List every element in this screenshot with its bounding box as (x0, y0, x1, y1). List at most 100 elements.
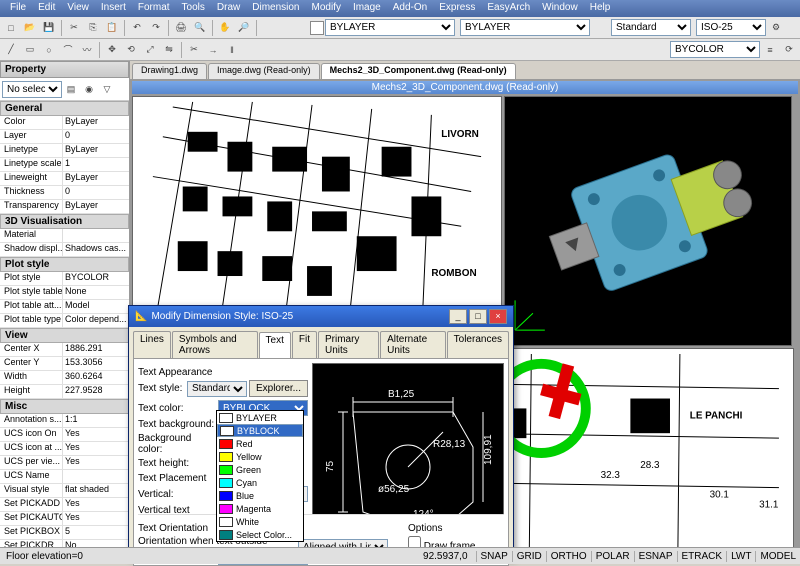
dlg-tab-tolerances[interactable]: Tolerances (447, 331, 509, 358)
prop-toggle-icon[interactable]: ▤ (62, 80, 80, 98)
rotate-icon[interactable]: ⟲ (122, 41, 140, 59)
save-icon[interactable]: 💾 (40, 19, 58, 37)
selection-select[interactable]: No selection (2, 81, 62, 98)
cut-icon[interactable]: ✂ (65, 19, 83, 37)
menu-modify[interactable]: Modify (306, 2, 347, 15)
doc-tab[interactable]: Image.dwg (Read-only) (208, 63, 320, 79)
style-select[interactable]: Standard (611, 19, 691, 36)
trim-icon[interactable]: ✂ (185, 41, 203, 59)
status-lwt[interactable]: LWT (726, 551, 755, 562)
prop-row[interactable]: Set PICKBOX5 (0, 526, 129, 540)
status-snap[interactable]: SNAP (476, 551, 512, 562)
menu-view[interactable]: View (61, 2, 95, 15)
dlg-tab-fit[interactable]: Fit (292, 331, 317, 358)
prop-row[interactable]: UCS per vie...Yes (0, 456, 129, 470)
color-option[interactable]: Yellow (217, 450, 303, 463)
menu-express[interactable]: Express (433, 2, 481, 15)
prop-row[interactable]: UCS icon at ...Yes (0, 442, 129, 456)
undo-icon[interactable]: ↶ (128, 19, 146, 37)
minimize-button[interactable]: _ (449, 309, 467, 324)
menu-file[interactable]: File (4, 2, 32, 15)
status-polar[interactable]: POLAR (591, 551, 634, 562)
dlg-tab-symbols-and-arrows[interactable]: Symbols and Arrows (172, 331, 258, 358)
prop-filter-icon[interactable]: ▽ (98, 80, 116, 98)
menu-help[interactable]: Help (584, 2, 617, 15)
menu-dimension[interactable]: Dimension (246, 2, 305, 15)
copy-icon[interactable]: ⎘ (84, 19, 102, 37)
prop-row[interactable]: Center X1886.291 (0, 343, 129, 357)
new-icon[interactable]: □ (2, 19, 20, 37)
move-icon[interactable]: ✥ (103, 41, 121, 59)
mirror-icon[interactable]: ⇋ (160, 41, 178, 59)
rect-icon[interactable]: ▭ (21, 41, 39, 59)
menu-edit[interactable]: Edit (32, 2, 61, 15)
status-grid[interactable]: GRID (512, 551, 546, 562)
close-button[interactable]: × (489, 309, 507, 324)
explorer-button[interactable]: Explorer... (249, 380, 308, 397)
prop-row[interactable]: Linetype scale1 (0, 158, 129, 172)
status-ortho[interactable]: ORTHO (546, 551, 591, 562)
dlg-tab-text[interactable]: Text (259, 332, 291, 359)
prop-row[interactable]: Annotation s...1:1 (0, 414, 129, 428)
dim-settings-icon[interactable]: ⚙ (767, 19, 785, 37)
dlg-tab-lines[interactable]: Lines (133, 331, 171, 358)
prop-row[interactable]: LineweightByLayer (0, 172, 129, 186)
line-icon[interactable]: ╱ (2, 41, 20, 59)
doc-tab[interactable]: Drawing1.dwg (132, 63, 207, 79)
extend-icon[interactable]: → (204, 41, 222, 59)
group-general[interactable]: General (0, 101, 129, 116)
open-icon[interactable]: 📂 (21, 19, 39, 37)
menu-easyarch[interactable]: EasyArch (481, 2, 536, 15)
prop-row[interactable]: Plot styleBYCOLOR (0, 272, 129, 286)
status-model[interactable]: MODEL (755, 551, 800, 562)
status-etrack[interactable]: ETRACK (677, 551, 727, 562)
color-option[interactable]: BYLAYER (217, 411, 303, 424)
find-icon[interactable]: 🔍 (191, 19, 209, 37)
viewport-topright[interactable] (504, 96, 792, 346)
prop-row[interactable]: Width360.6264 (0, 371, 129, 385)
prop-row[interactable]: TransparencyByLayer (0, 200, 129, 214)
menu-image[interactable]: Image (347, 2, 387, 15)
layer-select[interactable]: BYLAYER (325, 19, 455, 36)
color-option[interactable]: Select Color... (217, 528, 303, 541)
text-style-select[interactable]: Standard (187, 381, 247, 397)
color-option[interactable]: BYBLOCK (217, 424, 303, 437)
prop-row[interactable]: Set PICKADDYes (0, 498, 129, 512)
arc-icon[interactable]: ⌒ (59, 41, 77, 59)
dialog-titlebar[interactable]: 📐 Modify Dimension Style: ISO-25 _ □ × (129, 306, 513, 327)
prop-row[interactable]: UCS Name (0, 470, 129, 484)
prop-row[interactable]: UCS icon OnYes (0, 428, 129, 442)
circle-icon[interactable]: ○ (40, 41, 58, 59)
color-option[interactable]: Green (217, 463, 303, 476)
prop-row[interactable]: Set PICKDR...No (0, 540, 129, 547)
dlg-tab-alternate-units[interactable]: Alternate Units (380, 331, 446, 358)
linetype-select[interactable]: BYLAYER (460, 19, 590, 36)
prop-row[interactable]: Shadow displ...Shadows cas... (0, 243, 129, 257)
prop-row[interactable]: Plot style tableNone (0, 286, 129, 300)
color-option[interactable]: Blue (217, 489, 303, 502)
pan-icon[interactable]: ✋ (216, 19, 234, 37)
color-select[interactable]: BYCOLOR (670, 41, 760, 58)
dimstyle-select[interactable]: ISO-25 (696, 19, 766, 36)
menu-format[interactable]: Format (132, 2, 176, 15)
dlg-tab-primary-units[interactable]: Primary Units (318, 331, 379, 358)
prop-row[interactable]: Height227.9528 (0, 385, 129, 399)
prop-row[interactable]: Plot table typeColor depend... (0, 314, 129, 328)
color-swatch[interactable] (310, 21, 324, 35)
color-option[interactable]: Red (217, 437, 303, 450)
redo-icon[interactable]: ↷ (147, 19, 165, 37)
prop-pick-icon[interactable]: ◉ (80, 80, 98, 98)
lineweight-icon[interactable]: ≡ (761, 41, 779, 59)
group-3d-visualisation[interactable]: 3D Visualisation (0, 214, 129, 229)
prop-row[interactable]: Plot table att...Model (0, 300, 129, 314)
prop-row[interactable]: Visual styleflat shaded (0, 484, 129, 498)
prop-row[interactable]: Center Y153.3056 (0, 357, 129, 371)
prop-row[interactable]: Material (0, 229, 129, 243)
menu-draw[interactable]: Draw (211, 2, 246, 15)
doc-tab[interactable]: Mechs2_3D_Component.dwg (Read-only) (321, 63, 516, 79)
prop-row[interactable]: Thickness0 (0, 186, 129, 200)
polyline-icon[interactable]: 〰 (78, 41, 96, 59)
print-icon[interactable]: 🖨 (172, 19, 190, 37)
offset-icon[interactable]: ‖ (223, 41, 241, 59)
color-option[interactable]: White (217, 515, 303, 528)
